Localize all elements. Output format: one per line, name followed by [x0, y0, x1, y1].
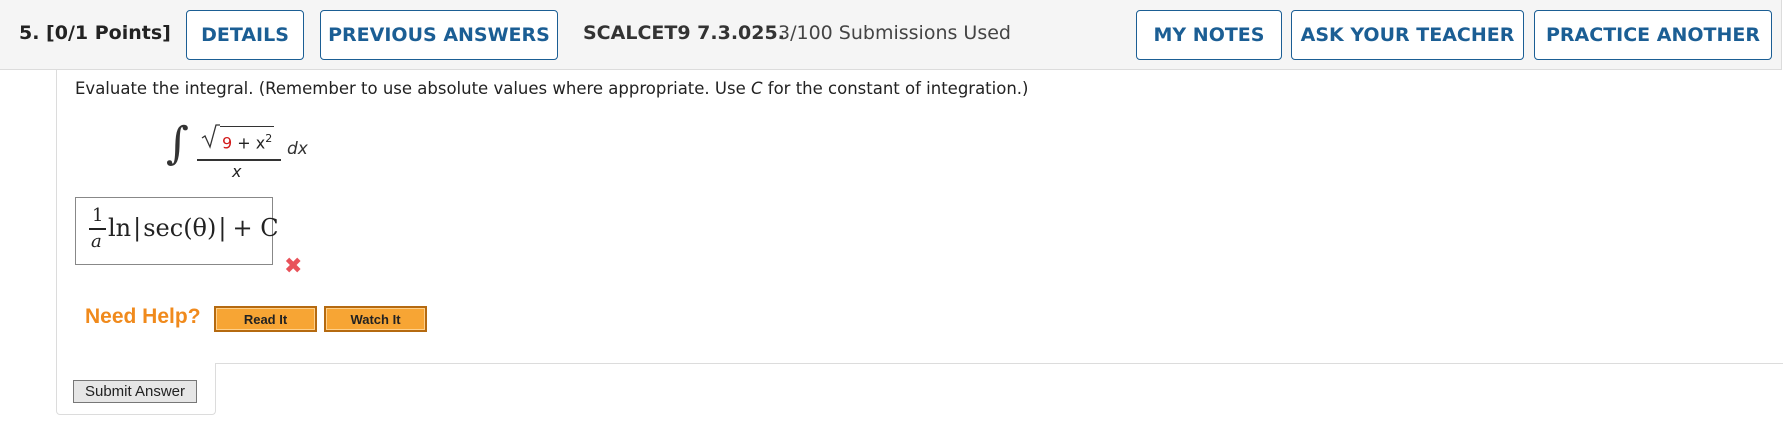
fraction-bar [197, 159, 281, 161]
my-notes-button[interactable]: MY NOTES [1136, 10, 1282, 60]
incorrect-icon: ✖ [284, 254, 303, 279]
previous-answers-button[interactable]: PREVIOUS ANSWERS [320, 10, 558, 60]
integrand-denominator: x [232, 162, 242, 181]
answer-fraction-denominator: a [91, 231, 102, 252]
watch-it-button[interactable]: Watch It [324, 306, 427, 332]
details-button[interactable]: DETAILS [186, 10, 304, 60]
problem-id: SCALCET9 7.3.025. [583, 22, 785, 44]
sqrt-icon [201, 124, 220, 149]
integral-expression: ∫ 9 + x2 x dx [166, 118, 308, 182]
submit-answer-button[interactable]: Submit Answer [73, 380, 197, 403]
need-help-label: Need Help? [85, 305, 201, 328]
read-it-button[interactable]: Read It [214, 306, 317, 332]
question-header: 5. [0/1 Points] DETAILS PREVIOUS ANSWERS… [0, 0, 1782, 70]
differential: dx [287, 139, 308, 159]
answer-expression: ln|sec(θ)| + C [108, 214, 279, 242]
question-points: 5. [0/1 Points] [19, 22, 171, 44]
answer-fraction-numerator: 1 [92, 205, 104, 226]
integral-sign: ∫ [166, 118, 189, 169]
submissions-count: 3/100 Submissions Used [778, 22, 1011, 44]
answer-input[interactable]: 1 a ln|sec(θ)| + C [75, 197, 279, 265]
question-prompt: Evaluate the integral. (Remember to use … [75, 79, 1029, 98]
answer-fraction-bar [89, 228, 106, 230]
ask-teacher-button[interactable]: ASK YOUR TEACHER [1291, 10, 1524, 60]
practice-another-button[interactable]: PRACTICE ANOTHER [1534, 10, 1772, 60]
